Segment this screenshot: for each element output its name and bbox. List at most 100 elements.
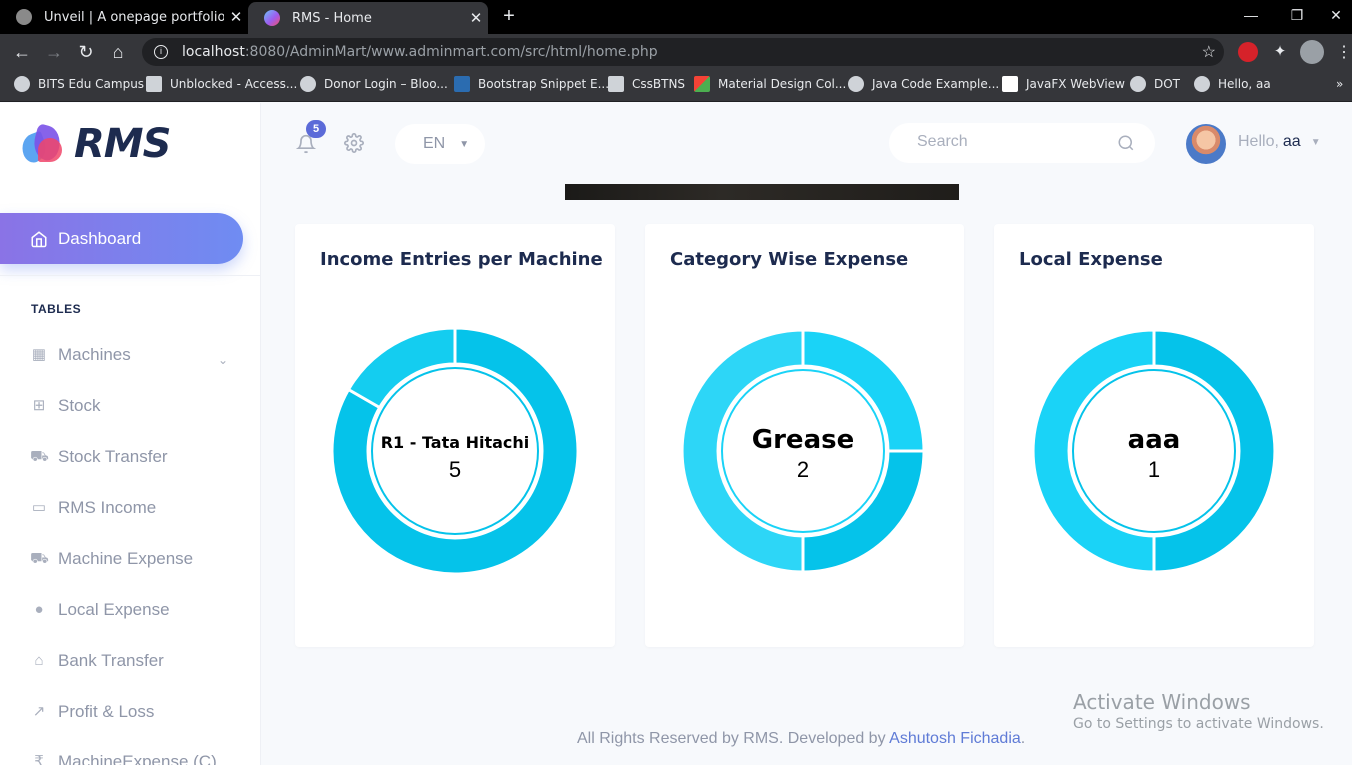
browser-tab[interactable]: Unveil | A onepage portfolio ✕ (0, 0, 248, 34)
donut-chart: R1 - Tata Hitachi 5 (330, 326, 580, 576)
bookmark-item[interactable]: CssBTNS (608, 70, 685, 98)
language-select[interactable]: EN ▼ (395, 124, 485, 164)
sidebar-item-profit-loss[interactable]: ↗ Profit & Loss (30, 700, 155, 724)
restore-icon[interactable]: ❐ (1274, 0, 1320, 30)
bookmark-item[interactable]: Bootstrap Snippet E... (454, 70, 609, 98)
chevron-down-icon[interactable]: ⌄ (218, 353, 228, 367)
sidebar-item-label: Machine Expense (58, 549, 194, 568)
forward-icon[interactable]: → (40, 40, 68, 64)
sidebar-item-machine-expense[interactable]: ⛟ Machine Expense (30, 547, 193, 571)
chevron-down-icon: ▼ (459, 138, 470, 150)
search-input[interactable] (917, 133, 1107, 151)
profile-icon[interactable] (1300, 40, 1324, 64)
author-link[interactable]: Ashutosh Fichadia (889, 730, 1021, 747)
back-icon[interactable]: ← (8, 40, 36, 64)
globe-icon (1130, 76, 1146, 92)
reload-icon[interactable]: ↻ (72, 40, 100, 64)
url-field[interactable]: i localhost:8080/AdminMart/www.adminmart… (142, 38, 1224, 66)
home-icon (31, 230, 47, 247)
donut-chart: aaa1 (1031, 328, 1277, 574)
close-window-icon[interactable]: ✕ (1320, 0, 1352, 30)
donut-chart: Grease2 (680, 328, 926, 574)
close-icon[interactable]: ✕ (464, 9, 488, 27)
search-box (889, 123, 1155, 163)
truck-icon: ⛟ (30, 550, 49, 567)
logo-text: RMS (74, 121, 171, 167)
tab-title: Unveil | A onepage portfolio (44, 9, 224, 25)
chart-line-icon: ↗ (32, 703, 46, 720)
bank-icon: ⌂ (34, 652, 44, 669)
browser-tab-active[interactable]: RMS - Home ✕ (248, 2, 488, 34)
menu-icon[interactable]: ⋮ (1334, 42, 1352, 62)
bookmark-item[interactable]: DOT (1130, 70, 1180, 98)
language-value: EN (423, 135, 446, 152)
globe-icon (16, 9, 32, 25)
sidebar-item-machine-expense-c[interactable]: ₹ MachineExpense (C) (30, 750, 217, 765)
more-bookmarks-icon[interactable]: » (1336, 70, 1343, 98)
chart-card-category: Category Wise Expense Grease 2 (645, 224, 964, 647)
fd-icon (608, 76, 624, 92)
avatar[interactable] (1186, 124, 1226, 164)
close-icon[interactable]: ✕ (224, 8, 248, 26)
donut-center-value: 1 (1148, 457, 1160, 482)
logo[interactable]: RMS (17, 121, 171, 167)
new-tab-icon[interactable]: + (498, 4, 520, 28)
bookmark-item[interactable]: Hello, aa (1194, 70, 1271, 98)
puzzle-icon[interactable]: ✦ (1270, 42, 1290, 62)
sidebar-item-label: Bank Transfer (58, 651, 164, 670)
divider (0, 275, 261, 276)
watermark-subtitle: Go to Settings to activate Windows. (1073, 716, 1324, 732)
search-icon[interactable] (1117, 134, 1135, 152)
sidebar-item-label: Stock Transfer (58, 447, 168, 466)
sidebar-item-dashboard[interactable]: Dashboard (0, 213, 243, 264)
minimize-icon[interactable]: — (1228, 0, 1274, 30)
rupee-icon: ₹ (34, 753, 44, 765)
donut-center-value: 2 (797, 457, 809, 482)
bookmark-item[interactable]: Unblocked - Access... (146, 70, 297, 98)
chart-card-income: Income Entries per Machine R1 - Tata Hit… (295, 224, 615, 647)
extension-icon[interactable] (1238, 42, 1258, 62)
bookmark-star-icon[interactable]: ☆ (1202, 42, 1216, 62)
user-menu[interactable]: Hello, aa ▼ (1238, 133, 1321, 151)
sidebar-item-label: Dashboard (58, 228, 142, 248)
user-icon: ● (34, 601, 44, 618)
folder-icon: ▭ (31, 499, 47, 516)
javafx-icon (1002, 76, 1018, 92)
sidebar-item-label: Stock (58, 396, 101, 415)
sitemap-icon: ⊞ (32, 397, 46, 414)
bootstrap-icon (454, 76, 470, 92)
globe-icon (14, 76, 30, 92)
bookmark-item[interactable]: Java Code Example... (848, 70, 999, 98)
sidebar-item-rms-income[interactable]: ▭ RMS Income (30, 496, 156, 520)
bookmark-item[interactable]: JavaFX WebView (1002, 70, 1125, 98)
footer-end: . (1020, 730, 1026, 747)
truck-loading-icon: ⛟ (30, 448, 49, 465)
sidebar-item-stock-transfer[interactable]: ⛟ Stock Transfer (30, 445, 168, 469)
grid-icon: ▦ (31, 346, 47, 363)
donut-center-label: Grease (752, 425, 854, 455)
sidebar-item-machines[interactable]: ▦ Machines (30, 343, 131, 367)
notification-badge: 5 (306, 120, 326, 138)
rms-favicon-icon (264, 10, 280, 26)
gear-icon[interactable] (344, 133, 364, 153)
address-bar: ← → ↻ ⌂ i localhost:8080/AdminMart/www.a… (0, 34, 1352, 70)
url-text: localhost:8080/AdminMart/www.adminmart.c… (182, 44, 658, 60)
bookmark-item[interactable]: Donor Login – Bloo... (300, 70, 448, 98)
watermark-title: Activate Windows (1073, 690, 1251, 714)
sidebar: RMS Dashboard TABLES ▦ Machines ⌄ ⊞ Stock … (0, 103, 261, 765)
home-icon[interactable]: ⌂ (104, 40, 132, 64)
bookmark-item[interactable]: Material Design Col... (694, 70, 846, 98)
donut-center-value: 5 (449, 457, 461, 482)
browser-tab-bar: Unveil | A onepage portfolio ✕ RMS - Hom… (0, 0, 1352, 34)
footer: All Rights Reserved by RMS. Developed by… (577, 730, 1025, 748)
donut-center-label: aaa (1128, 425, 1181, 455)
activate-windows-watermark: Activate Windows Go to Settings to activ… (1073, 690, 1324, 732)
sidebar-item-local-expense[interactable]: ● Local Expense (30, 598, 169, 622)
footer-text: All Rights Reserved by RMS. Developed by (577, 730, 886, 747)
bookmark-item[interactable]: BITS Edu Campus (14, 70, 144, 98)
sidebar-item-bank-transfer[interactable]: ⌂ Bank Transfer (30, 649, 164, 673)
info-icon[interactable]: i (154, 45, 168, 59)
sidebar-item-stock[interactable]: ⊞ Stock (30, 394, 101, 418)
sidebar-item-label: MachineExpense (C) (58, 752, 217, 765)
logo-icon (17, 122, 68, 166)
